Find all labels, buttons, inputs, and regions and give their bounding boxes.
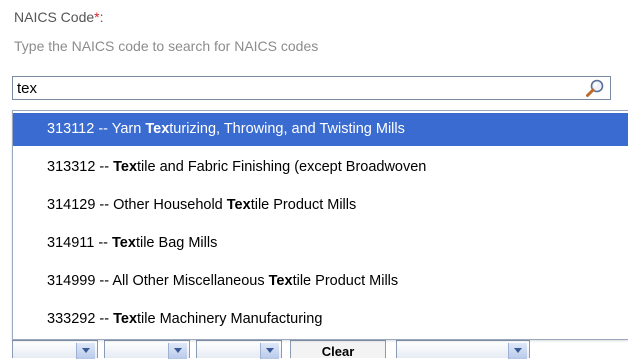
suggestion-match: Tex	[226, 197, 251, 213]
suggestion-item[interactable]: 313312 -- Textile and Fabric Finishing (…	[13, 151, 628, 184]
suggestion-match: Tex	[112, 235, 136, 251]
chevron-down-icon	[260, 343, 279, 359]
suggestion-code: 314129	[47, 197, 96, 213]
naics-search-input[interactable]	[15, 78, 579, 98]
suggestion-text: tile and Fabric Finishing (except Broadw…	[137, 159, 427, 175]
suggestion-match: Tex	[113, 159, 138, 175]
suggestion-text: turizing, Throwing, and Twisting Mills	[169, 121, 405, 137]
naics-label-text: NAICS Code	[14, 9, 95, 25]
suggestion-code: 333292	[47, 311, 96, 327]
chevron-down-icon	[168, 343, 187, 359]
chevron-down-icon	[76, 343, 95, 359]
naics-search-box[interactable]	[12, 76, 611, 100]
suggestion-text: tile Bag Mills	[135, 235, 218, 251]
suggestion-code: 313312	[47, 159, 96, 175]
suggestion-separator: --	[95, 197, 114, 213]
naics-code-label: NAICS Code*:	[14, 9, 104, 25]
suggestion-code: 314911	[47, 235, 95, 251]
chevron-down-icon	[508, 343, 527, 359]
hidden-select-3[interactable]	[196, 340, 282, 359]
suggestion-match: Tex	[113, 311, 138, 327]
hidden-select-1[interactable]	[12, 340, 98, 359]
hidden-select-2[interactable]	[104, 340, 190, 359]
suggestion-item[interactable]: 314129 -- Other Household Textile Produc…	[13, 189, 628, 222]
suggestion-item[interactable]: 314911 -- Textile Bag Mills	[13, 227, 628, 260]
suggestion-text: All Other Miscellaneous	[112, 273, 269, 289]
suggestion-item[interactable]: 314999 -- All Other Miscellaneous Textil…	[13, 265, 628, 298]
suggestion-code: 313112	[47, 121, 95, 137]
suggestion-match: Tex	[268, 273, 293, 289]
hidden-select-4[interactable]	[396, 340, 530, 359]
suggestion-item[interactable]: 333292 -- Textile Machinery Manufacturin…	[13, 303, 628, 336]
magnifier-icon[interactable]	[584, 78, 606, 98]
suggestion-item[interactable]: 313112 -- Yarn Texturizing, Throwing, an…	[13, 113, 628, 146]
suggestion-separator: --	[94, 121, 112, 137]
suggestion-text: tile Product Mills	[292, 273, 399, 289]
label-colon: :	[99, 9, 104, 25]
naics-suggestion-list: 313112 -- Yarn Texturizing, Throwing, an…	[12, 110, 628, 340]
suggestion-text: tile Product Mills	[250, 197, 357, 213]
suggestion-match: Tex	[145, 121, 170, 137]
suggestion-separator: --	[95, 159, 114, 175]
suggestion-separator: --	[94, 235, 113, 251]
suggestion-separator: --	[95, 273, 113, 289]
suggestion-separator: --	[95, 311, 114, 327]
suggestion-text: tile Machinery Manufacturing	[137, 311, 323, 327]
naics-hint: Type the NAICS code to search for NAICS …	[14, 38, 319, 54]
clear-button[interactable]: Clear	[290, 340, 386, 358]
suggestion-code: 314999	[47, 273, 96, 289]
suggestion-text: Other Household	[113, 197, 227, 213]
suggestion-text: Yarn	[111, 121, 146, 137]
